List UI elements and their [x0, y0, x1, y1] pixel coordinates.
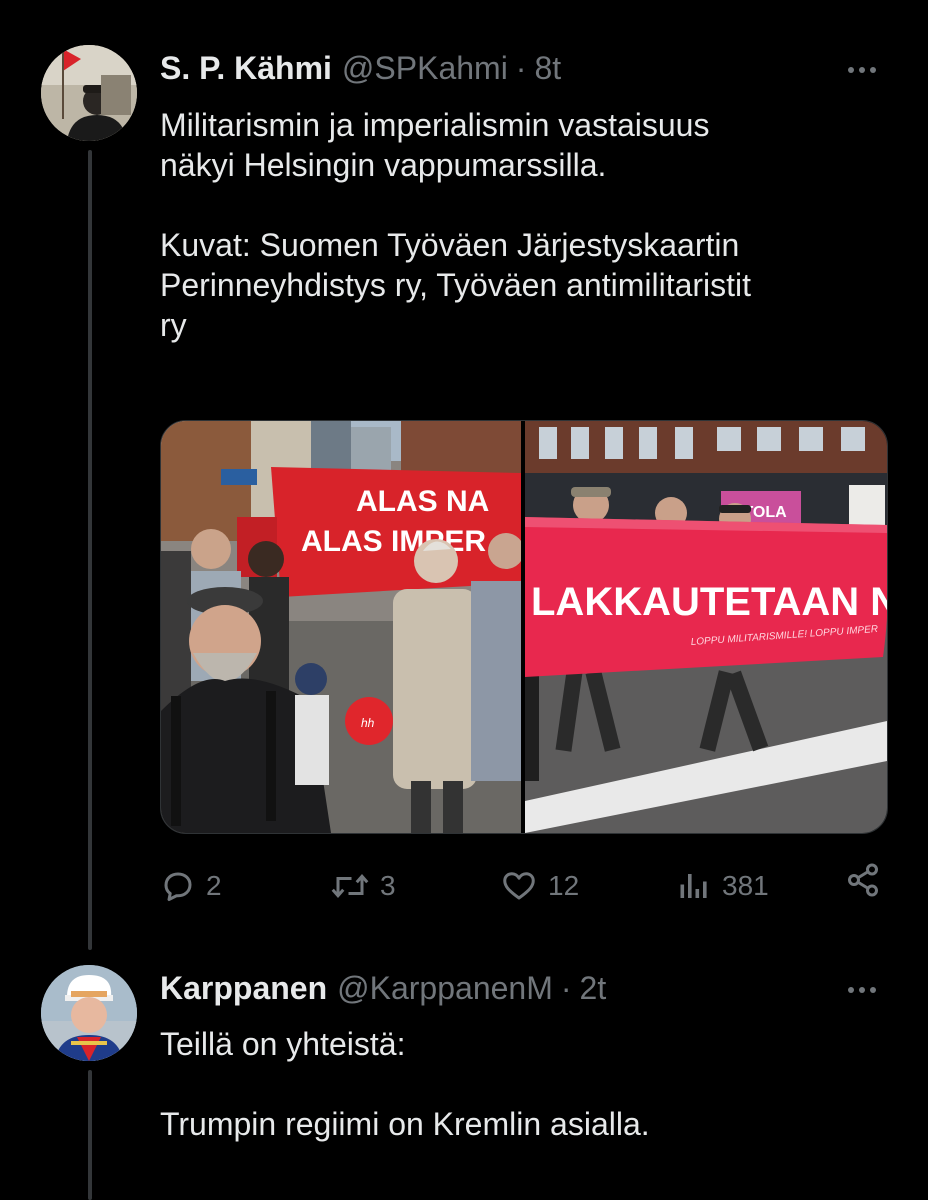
avatar-photo [41, 45, 137, 141]
reply-icon [164, 872, 192, 901]
author-name[interactable]: S. P. Kähmi [160, 48, 332, 88]
views-button[interactable]: 381 [676, 862, 769, 910]
timestamp[interactable]: 2t [580, 968, 607, 1008]
photo-left[interactable]: ALAS NA ALAS IMPER hh [161, 421, 521, 833]
like-count: 12 [548, 870, 580, 901]
share-icon [848, 863, 878, 897]
more-icon[interactable] [848, 60, 876, 80]
like-button[interactable]: 12 [500, 862, 579, 910]
reply-count: 2 [206, 870, 222, 901]
separator-dot: · [560, 970, 572, 1006]
banner-text-2: ALAS IMPER [301, 525, 486, 558]
tweet-actions: 2 3 12 381 [160, 862, 890, 910]
author-name[interactable]: Karppanen [160, 968, 327, 1008]
tweet-text: Militarismin ja imperialismin vastaisuus… [160, 107, 752, 343]
views-icon [680, 874, 707, 898]
avatar[interactable] [41, 45, 137, 141]
separator-dot: · [515, 50, 527, 86]
more-icon[interactable] [848, 980, 876, 1000]
balloon-text: hh [361, 716, 375, 730]
share-button[interactable] [844, 862, 882, 898]
media-gallery[interactable]: ALAS NA ALAS IMPER hh ITOLA LAKKAUTETAAN… [160, 420, 888, 834]
retweet-count: 3 [380, 870, 396, 901]
author-handle[interactable]: @KarppanenM [337, 968, 553, 1008]
heart-icon [503, 872, 535, 900]
retweet-button[interactable]: 3 [330, 862, 396, 910]
timestamp[interactable]: 8t [534, 48, 561, 88]
retweet-icon [331, 873, 369, 899]
avatar[interactable] [41, 965, 137, 1061]
banner-main-text: LAKKAUTETAAN NA [531, 580, 887, 624]
banner-text-1: ALAS NA [356, 485, 489, 518]
avatar-photo [41, 965, 137, 1061]
photo-right[interactable]: ITOLA LAKKAUTETAAN NA LOPPU MILITARISMIL… [525, 421, 887, 833]
views-count: 381 [722, 870, 769, 901]
thread-line-top [88, 150, 92, 950]
tweet-text: Teillä on yhteistä: Trumpin regiimi on K… [160, 1026, 650, 1142]
thread-line-bottom [88, 1070, 92, 1200]
author-handle[interactable]: @SPKahmi [342, 48, 508, 88]
reply-button[interactable]: 2 [160, 862, 222, 910]
